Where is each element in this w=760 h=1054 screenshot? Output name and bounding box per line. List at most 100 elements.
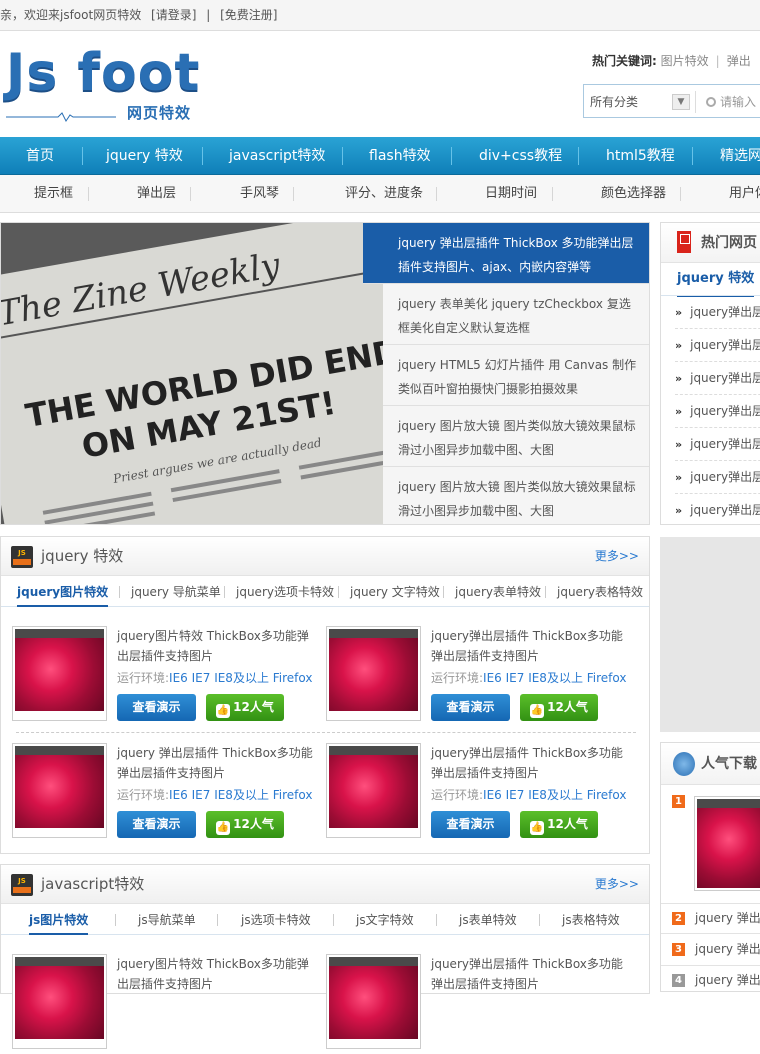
slider-item-active[interactable]: jquery 弹出层插件 ThickBox 多功能弹出层插件支持图片、ajax、…: [363, 223, 649, 284]
subnav-item[interactable]: 用户体: [729, 175, 760, 213]
subnav-item[interactable]: 颜色选择器: [601, 175, 666, 213]
effect-thumbnail[interactable]: [12, 743, 107, 838]
slider-item[interactable]: jquery 图片放大镜 图片类似放大镜效果鼠标滑过小图异步加载中图、大图: [383, 406, 649, 467]
subnav-item[interactable]: 弹出层: [137, 175, 176, 213]
rank-badge: 4: [672, 974, 685, 987]
sidebar-list-item[interactable]: » jquery弹出层: [675, 296, 760, 329]
thumbs-up-icon: 👍: [530, 821, 545, 835]
login-link[interactable]: [请登录]: [151, 8, 196, 22]
view-demo-button[interactable]: 查看演示: [431, 694, 510, 721]
tab-js-nav[interactable]: js导航菜单: [138, 905, 196, 935]
tab-jquery-table[interactable]: jquery表格特效: [557, 577, 643, 607]
hot-keyword-link[interactable]: 图片特效: [661, 54, 709, 68]
nav-item-flash[interactable]: flash特效: [369, 137, 431, 175]
sidebar-list-item[interactable]: » jquery弹出层: [675, 395, 760, 428]
tab-jquery-nav[interactable]: jquery 导航菜单: [131, 577, 221, 607]
effect-env: 运行环境:IE6 IE7 IE8及以上 Firefox: [117, 671, 313, 685]
slider-photo[interactable]: The Zine Weekly THE WORLD DID END ON MAY…: [1, 223, 384, 525]
search-placeholder: 请输入: [720, 95, 757, 109]
effect-title[interactable]: jquery弹出层插件 ThickBox多功能弹出层插件支持图片: [431, 954, 631, 994]
effect-thumbnail[interactable]: [326, 743, 421, 838]
js-icon: JS: [11, 874, 33, 896]
effect-thumbnail[interactable]: [326, 954, 421, 1049]
download-item[interactable]: jquery 弹出层: [695, 909, 760, 926]
tab-js-text[interactable]: js文字特效: [356, 905, 414, 935]
effect-env: 运行环境:IE6 IE7 IE8及以上 Firefox: [431, 671, 627, 685]
double-arrow-icon: »: [675, 504, 683, 517]
nav-item-html5[interactable]: html5教程: [606, 137, 675, 175]
tab-jquery-image[interactable]: jquery图片特效: [17, 577, 109, 607]
javascript-section: JS javascript特效 更多>> js图片特效 js导航菜单 js选项卡…: [0, 864, 650, 1049]
hot-keywords-label: 热门关键词:: [592, 54, 657, 68]
tab-jquery-tabs[interactable]: jquery选项卡特效: [236, 577, 334, 607]
effect-title[interactable]: jquery 弹出层插件 ThickBox多功能弹出层插件支持图片: [117, 743, 317, 783]
effect-title[interactable]: jquery弹出层插件 ThickBox多功能弹出层插件支持图片: [431, 626, 631, 666]
subnav-item[interactable]: 日期时间: [485, 175, 537, 213]
effect-card: jquery弹出层插件 ThickBox多功能弹出层插件支持图片 运行环境:IE…: [326, 626, 631, 726]
sidebar-list-item[interactable]: » jquery弹出层: [675, 428, 760, 461]
tab-jquery-text[interactable]: jquery 文字特效: [350, 577, 440, 607]
view-demo-button[interactable]: 查看演示: [431, 811, 510, 838]
pulse-line-icon: [6, 112, 116, 122]
sidebar-tab[interactable]: jquery 特效: [677, 263, 755, 297]
more-link[interactable]: 更多>>: [595, 537, 639, 576]
view-demo-button[interactable]: 查看演示: [117, 694, 196, 721]
slider-item[interactable]: jquery 图片放大镜 图片类似放大镜效果鼠标滑过小图异步加载中图、大图: [383, 467, 649, 524]
sidebar-list-item[interactable]: » jquery弹出层: [675, 362, 760, 395]
subnav-item[interactable]: 评分、进度条: [345, 175, 423, 213]
popularity-button[interactable]: 👍 12人气: [206, 811, 284, 838]
popularity-button[interactable]: 👍 12人气: [206, 694, 284, 721]
category-select[interactable]: 所有分类 ▼: [590, 92, 690, 112]
slider-item[interactable]: jquery 表单美化 jquery tzCheckbox 复选框美化自定义默认…: [383, 284, 649, 345]
site-logo[interactable]: Js foot 网页特效: [6, 44, 206, 124]
subnav-item[interactable]: 提示框: [34, 175, 73, 213]
popularity-button[interactable]: 👍 12人气: [520, 811, 598, 838]
sidebar-list-item[interactable]: » jquery弹出层: [675, 461, 760, 494]
double-arrow-icon: »: [675, 438, 683, 451]
effect-thumbnail[interactable]: [12, 954, 107, 1049]
tab-jquery-form[interactable]: jquery表单特效: [455, 577, 541, 607]
subnav-item[interactable]: 手风琴: [240, 175, 279, 213]
chevron-down-icon[interactable]: ▼: [672, 94, 690, 110]
sidebar-list-item[interactable]: » jquery弹出层: [675, 494, 760, 527]
effect-title[interactable]: jquery图片特效 ThickBox多功能弹出层插件支持图片: [117, 626, 317, 666]
slider-item[interactable]: jquery HTML5 幻灯片插件 用 Canvas 制作类似百叶窗拍摄快门摄…: [383, 345, 649, 406]
nav-item-home[interactable]: 首页: [26, 137, 54, 175]
popularity-button[interactable]: 👍 12人气: [520, 694, 598, 721]
effect-thumbnail[interactable]: [12, 626, 107, 721]
effect-thumbnail[interactable]: [326, 626, 421, 721]
effect-card: jquery弹出层插件 ThickBox多功能弹出层插件支持图片: [326, 954, 631, 1054]
nav-item-javascript[interactable]: javascript特效: [229, 137, 325, 175]
section-tabs: js图片特效 js导航菜单 js选项卡特效 js文字特效 js表单特效 js表格…: [1, 905, 649, 935]
tab-js-table[interactable]: js表格特效: [562, 905, 620, 935]
tab-js-image[interactable]: js图片特效: [29, 905, 89, 935]
category-select-value: 所有分类: [590, 95, 639, 109]
nav-item-featured[interactable]: 精选网: [720, 137, 760, 175]
js-icon: JS: [11, 546, 33, 568]
effect-card: jquery 弹出层插件 ThickBox多功能弹出层插件支持图片 运行环境:I…: [12, 743, 317, 843]
thumbs-up-icon: 👍: [216, 821, 231, 835]
featured-slider: The Zine Weekly THE WORLD DID END ON MAY…: [0, 222, 650, 525]
hot-keywords: 热门关键词: 图片特效 | 弹出: [592, 54, 751, 68]
user-download-icon: [673, 752, 695, 776]
hot-keyword-link[interactable]: 弹出: [727, 54, 751, 68]
more-link[interactable]: 更多>>: [595, 865, 639, 904]
effect-env: 运行环境:IE6 IE7 IE8及以上 Firefox: [117, 788, 313, 802]
nav-item-jquery[interactable]: jquery 特效: [106, 137, 183, 175]
slider-list: jquery 弹出层插件 ThickBox 多功能弹出层插件支持图片、ajax、…: [363, 223, 649, 524]
tab-js-form[interactable]: js表单特效: [459, 905, 517, 935]
logo-title: Js foot: [6, 43, 201, 103]
view-demo-button[interactable]: 查看演示: [117, 811, 196, 838]
search-input[interactable]: 请输入: [706, 92, 756, 112]
sidebar-list-item[interactable]: » jquery弹出层: [675, 329, 760, 362]
tab-js-tabs[interactable]: js选项卡特效: [241, 905, 311, 935]
download-thumbnail[interactable]: [694, 796, 760, 891]
effect-title[interactable]: jquery图片特效 ThickBox多功能弹出层插件支持图片: [117, 954, 317, 994]
sidebar-header: 热门网页: [661, 223, 760, 263]
download-item[interactable]: jquery 弹出层: [695, 940, 760, 957]
ad-banner[interactable]: [660, 537, 760, 732]
nav-item-divcss[interactable]: div+css教程: [479, 137, 562, 175]
double-arrow-icon: »: [675, 471, 683, 484]
register-link[interactable]: [免费注册]: [220, 8, 277, 22]
effect-title[interactable]: jquery弹出层插件 ThickBox多功能弹出层插件支持图片: [431, 743, 631, 783]
